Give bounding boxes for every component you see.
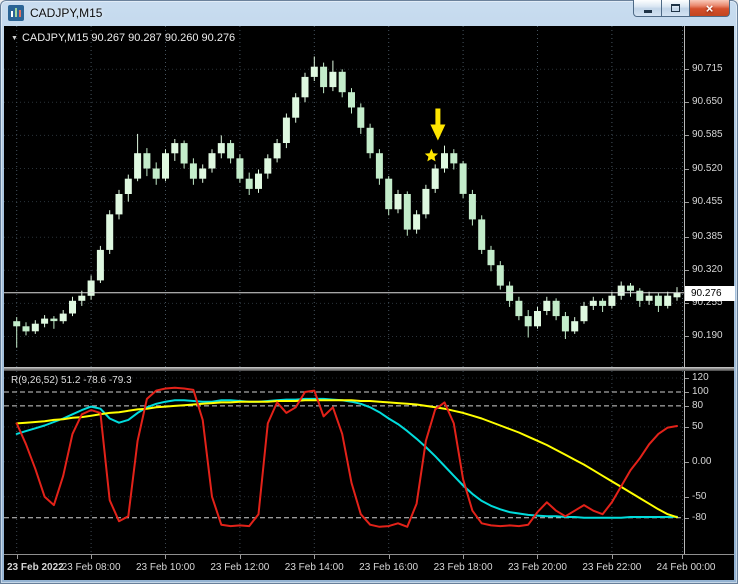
indicator-label: R(9,26,52) 51.2 -78.6 -79.3 [11,375,132,386]
time-tick-mark [239,555,241,559]
time-tick-mark [314,555,316,559]
indicator-tick-mark [685,426,689,428]
time-tick-mark [91,555,93,559]
window-controls: × [633,0,730,17]
pane-separator[interactable] [4,367,734,371]
indicator-tick-label: -50 [692,490,707,502]
price-tick-mark [685,201,689,203]
close-button[interactable]: × [690,0,730,17]
indicator-tick-label: 80 [692,399,704,411]
time-tick-mark [537,555,539,559]
price-tick-label: 90.715 [692,63,723,75]
price-tick-mark [685,336,689,338]
time-label: 23 Feb 10:00 [135,562,195,573]
star-annotation[interactable] [424,148,439,162]
price-tick-mark [685,135,689,137]
indicator-tick-label: -80 [692,511,707,523]
indicator-tick-mark [685,517,689,519]
indicator-tick-mark [685,377,689,379]
current-price-box: 90.276 [685,285,735,301]
indicator-line-R9 [15,386,678,528]
restore-button[interactable] [662,0,690,17]
time-axis[interactable]: 23 Feb 2022 23 Feb 08:00 23 Feb 10:00 23 Fe… [4,554,734,580]
time-tick-mark [682,555,683,559]
price-tick-mark [685,69,689,71]
time-label: 23 Feb 16:00 [359,562,419,573]
current-price-value: 90.276 [691,287,722,299]
price-tick-label: 90.385 [692,231,723,243]
price-tick-mark [685,102,689,104]
chart-icon [8,5,24,21]
time-tick-mark [611,555,613,559]
time-label: 23 Feb 08:00 [61,562,121,573]
indicator-tick-mark [685,461,689,463]
price-tick-mark [685,270,689,272]
time-label: 23 Feb 2022 [7,562,64,573]
indicator-tick-label: 100 [692,385,709,397]
indicator-tick-mark [685,391,689,393]
minimize-button[interactable] [633,0,662,17]
time-label: 24 Feb 00:00 [656,562,716,573]
price-tick-label: 90.190 [692,330,723,342]
price-tick-mark [685,237,689,239]
price-tick-label: 90.320 [692,264,723,276]
time-tick-mark [165,555,167,559]
time-label: 23 Feb 20:00 [507,562,567,573]
price-tick-label: 90.455 [692,195,723,207]
time-tick-mark [463,555,465,559]
time-label: 23 Feb 18:00 [433,562,493,573]
indicator-tick-label: 50 [692,420,704,432]
restore-icon [671,4,680,12]
chart-client-area: ▼ CADJPY,M15 90.267 90.287 90.260 90.276… [4,26,735,580]
ohlc-text: CADJPY,M15 90.267 90.287 90.260 90.276 [21,32,236,44]
price-tick-label: 90.585 [692,129,723,141]
window-icon[interactable] [8,5,24,21]
time-tick-mark [388,555,390,559]
minimize-icon [643,10,652,13]
indicator-tick-mark [685,496,689,498]
time-label: 23 Feb 14:00 [284,562,344,573]
indicator-levels [4,391,684,519]
indicator-tick-label: 0.00 [692,455,712,467]
price-tick-mark [685,168,689,170]
indicator-tick-mark [685,405,689,407]
time-label: 23 Feb 12:00 [210,562,270,573]
indicator-pane[interactable] [4,371,684,554]
window-title: CADJPY,M15 [30,6,103,20]
mt4-chart-window: CADJPY,M15 × ▼ CADJPY,M15 90.267 90.287 … [0,0,738,584]
time-label: 23 Feb 22:00 [582,562,642,573]
price-tick-mark [685,303,689,305]
one-click-arrow-icon[interactable]: ▼ [11,35,18,42]
price-tick-label: 90.520 [692,162,723,174]
candlestick-chart[interactable] [4,26,684,367]
ohlc-readout: ▼ CADJPY,M15 90.267 90.287 90.260 90.276 [11,32,235,44]
close-icon: × [705,0,714,16]
price-axis[interactable]: 90.276 90.715 90.650 90.585 90.520 90.455 90.… [684,26,735,554]
time-tick-mark [16,555,18,559]
title-bar[interactable]: CADJPY,M15 × [0,0,738,26]
indicator-tick-label: 120 [692,371,709,383]
price-tick-label: 90.650 [692,96,723,108]
